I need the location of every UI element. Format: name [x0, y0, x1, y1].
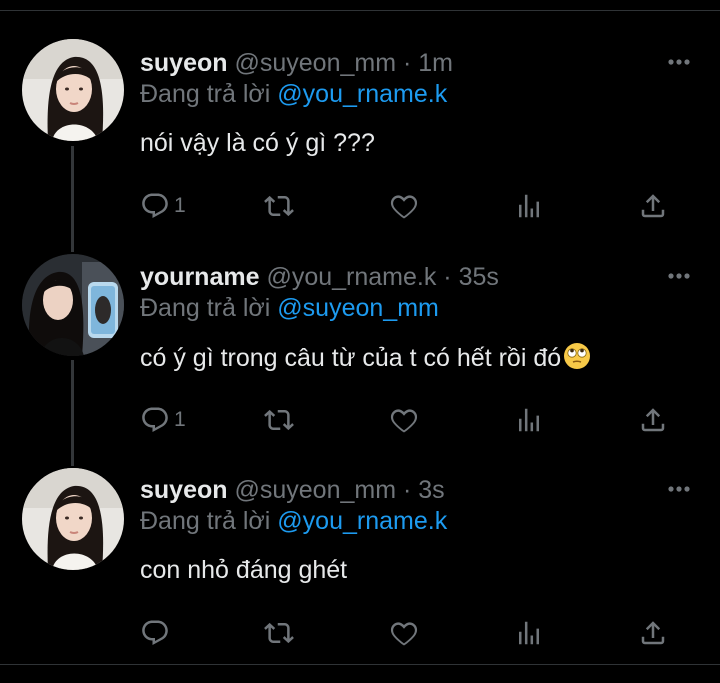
mention-link[interactable]: @suyeon_mm — [277, 294, 439, 322]
mention-link[interactable]: @you_rname.k — [277, 507, 447, 535]
replying-to: Đang trả lời @suyeon_mm — [140, 293, 439, 323]
reply-count: 1 — [174, 194, 186, 217]
reply-count: 1 — [174, 408, 186, 431]
display-name[interactable]: suyeon — [140, 49, 228, 77]
views-icon — [519, 408, 539, 432]
avatar[interactable] — [22, 254, 124, 356]
retweet-icon — [264, 195, 294, 217]
rolling-eyes-emoji-icon — [564, 343, 591, 369]
retweet-icon — [264, 409, 294, 431]
action-bar: 1 — [140, 188, 680, 228]
display-name[interactable]: suyeon — [140, 476, 228, 504]
more-icon[interactable] — [664, 52, 694, 72]
retweet-icon — [264, 622, 294, 644]
reply-icon — [142, 407, 168, 433]
replying-prefix: Đang trả lời — [140, 507, 271, 535]
more-icon[interactable] — [664, 479, 694, 499]
reply-icon — [142, 193, 168, 219]
tweet-text: con nhỏ đáng ghét — [140, 556, 348, 584]
more-icon[interactable] — [664, 266, 694, 286]
share-button[interactable] — [638, 615, 668, 651]
like-icon — [390, 195, 418, 219]
display-name[interactable]: yourname — [140, 263, 259, 291]
reply-icon — [142, 620, 168, 646]
bottom-divider — [0, 664, 720, 665]
tweet[interactable]: suyeon @suyeon_mm · 1m Đang trả lời @you… — [0, 39, 720, 228]
top-divider — [0, 10, 720, 11]
replying-prefix: Đang trả lời — [140, 80, 271, 108]
reply-button[interactable]: 1 — [140, 188, 186, 224]
tweet-text: có ý gì trong câu từ của t có hết rồi đó — [140, 344, 562, 372]
tweet[interactable]: suyeon @suyeon_mm · 3s Đang trả lời @you… — [0, 468, 720, 655]
like-button[interactable] — [389, 402, 419, 438]
share-icon — [641, 621, 665, 645]
like-icon — [390, 622, 418, 646]
tweet-header: yourname @you_rname.k · 35s — [140, 262, 499, 292]
tweet[interactable]: yourname @you_rname.k · 35s Đang trả lời… — [0, 254, 720, 442]
share-icon — [641, 194, 665, 218]
like-button[interactable] — [389, 188, 419, 224]
action-bar — [140, 615, 680, 655]
tweet-header: suyeon @suyeon_mm · 1m — [140, 48, 453, 78]
tweet-text-container: có ý gì trong câu từ của t có hết rồi đó — [140, 342, 591, 373]
timestamp[interactable]: · 1m — [403, 49, 453, 77]
views-icon — [519, 621, 539, 645]
replying-to: Đang trả lời @you_rname.k — [140, 79, 447, 109]
retweet-button[interactable] — [264, 402, 294, 438]
timestamp[interactable]: · 3s — [403, 476, 445, 504]
views-button[interactable] — [514, 402, 544, 438]
views-button[interactable] — [514, 188, 544, 224]
retweet-button[interactable] — [264, 188, 294, 224]
action-bar: 1 — [140, 402, 680, 442]
tweet-text: nói vậy là có ý gì ??? — [140, 129, 375, 157]
avatar[interactable] — [22, 468, 124, 570]
retweet-button[interactable] — [264, 615, 294, 651]
user-handle[interactable]: @you_rname.k — [266, 263, 436, 291]
user-handle[interactable]: @suyeon_mm — [234, 49, 396, 77]
reply-button[interactable]: 1 — [140, 402, 186, 438]
replying-to: Đang trả lời @you_rname.k — [140, 506, 447, 536]
views-icon — [519, 194, 539, 218]
replying-prefix: Đang trả lời — [140, 294, 271, 322]
share-icon — [641, 408, 665, 432]
reply-button[interactable] — [140, 615, 174, 651]
tweet-header: suyeon @suyeon_mm · 3s — [140, 475, 445, 505]
avatar[interactable] — [22, 39, 124, 141]
like-icon — [390, 409, 418, 433]
timestamp[interactable]: · 35s — [443, 263, 499, 291]
share-button[interactable] — [638, 402, 668, 438]
share-button[interactable] — [638, 188, 668, 224]
user-handle[interactable]: @suyeon_mm — [234, 476, 396, 504]
mention-link[interactable]: @you_rname.k — [277, 80, 447, 108]
like-button[interactable] — [389, 615, 419, 651]
views-button[interactable] — [514, 615, 544, 651]
